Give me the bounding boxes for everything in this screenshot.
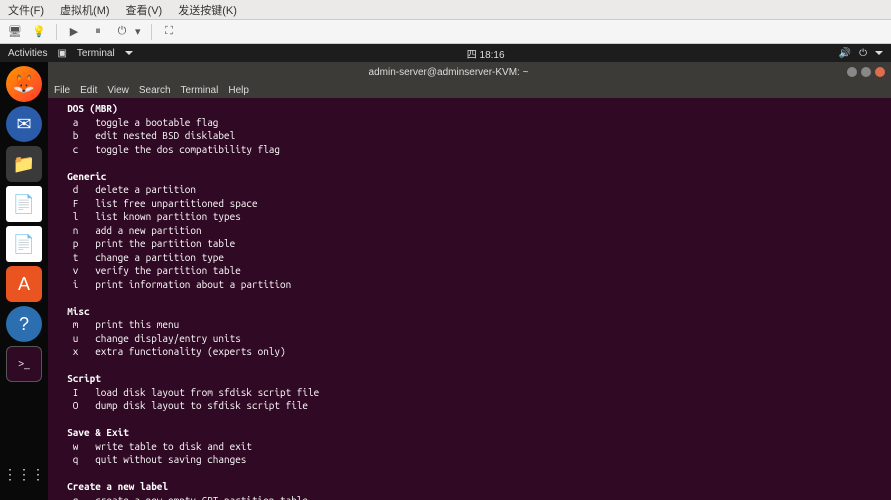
help-icon[interactable]: ? [6,306,42,342]
power-icon[interactable]: ⏻ [111,22,133,42]
lightbulb-icon[interactable]: 💡 [28,22,50,42]
menu-terminal[interactable]: Terminal [181,85,219,96]
fullscreen-icon[interactable]: ⛶ [158,22,180,42]
window-title: admin-server@adminserver-KVM: ~ [54,67,843,78]
guest-desktop: Activities ▣ Terminal 四 18:16 🔊 ⏻ 🦊 ✉ 📁 … [0,44,891,500]
chevron-down-icon[interactable] [125,51,133,55]
maximize-button[interactable] [861,67,871,77]
dock: 🦊 ✉ 📁 📄 📄 A ? >_ ⋮⋮⋮ [0,62,48,500]
desktop-area: 🦊 ✉ 📁 📄 📄 A ? >_ ⋮⋮⋮ admin-server@admins… [0,62,891,500]
chevron-down-icon[interactable]: ▾ [135,25,145,38]
power-icon[interactable]: ⏻ [859,48,867,59]
menu-search[interactable]: Search [139,85,171,96]
vm-menu-view[interactable]: 查看(V) [126,2,163,18]
menu-help[interactable]: Help [228,85,249,96]
terminal-menubar: File Edit View Search Terminal Help [48,82,891,98]
current-app-label[interactable]: Terminal [77,48,115,59]
minimize-button[interactable] [847,67,857,77]
files-icon[interactable]: 📁 [6,146,42,182]
gnome-topbar: Activities ▣ Terminal 四 18:16 🔊 ⏻ [0,44,891,62]
volume-icon[interactable]: 🔊 [839,48,851,59]
firefox-icon[interactable]: 🦊 [6,66,42,102]
software-icon[interactable]: A [6,266,42,302]
activities-button[interactable]: Activities [8,48,47,59]
terminal-titlebar[interactable]: admin-server@adminserver-KVM: ~ [48,62,891,82]
show-apps-icon[interactable]: ⋮⋮⋮ [6,456,42,492]
vm-menu-vm[interactable]: 虚拟机(M) [60,2,110,18]
terminal-output[interactable]: DOS (MBR) a toggle a bootable flag b edi… [48,98,891,500]
thunderbird-icon[interactable]: ✉ [6,106,42,142]
terminal-app-icon[interactable]: ▣ [57,48,66,59]
menu-view[interactable]: View [107,85,129,96]
monitor-icon[interactable]: 🖥 [4,22,26,42]
menu-file[interactable]: File [54,85,70,96]
document-icon[interactable]: 📄 [6,226,42,262]
close-button[interactable] [875,67,885,77]
terminal-window: admin-server@adminserver-KVM: ~ File Edi… [48,62,891,500]
terminal-dock-icon[interactable]: >_ [6,346,42,382]
play-icon[interactable]: ▶ [63,22,85,42]
vm-host-toolbar: 🖥 💡 ▶ ⏸ ⏻ ▾ ⛶ [0,20,891,44]
chevron-down-icon[interactable] [875,51,883,55]
clock[interactable]: 四 18:16 [133,46,839,61]
vm-menu-file[interactable]: 文件(F) [8,2,44,18]
document-icon[interactable]: 📄 [6,186,42,222]
vm-menu-send[interactable]: 发送按键(K) [178,2,237,18]
vm-host-menubar: 文件(F) 虚拟机(M) 查看(V) 发送按键(K) [0,0,891,20]
pause-icon[interactable]: ⏸ [87,22,109,42]
menu-edit[interactable]: Edit [80,85,97,96]
